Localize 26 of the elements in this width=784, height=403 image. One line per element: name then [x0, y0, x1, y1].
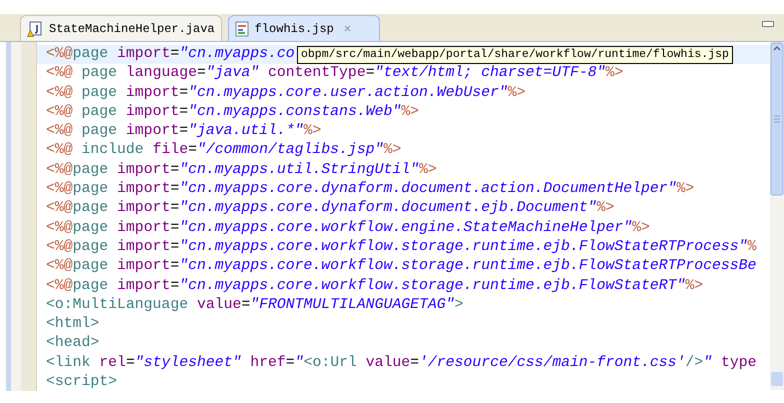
- vertical-scrollbar[interactable]: [770, 42, 784, 390]
- editor-tab[interactable]: flowhis.jsp ✕: [228, 15, 380, 41]
- java-file-warning-icon: [27, 20, 43, 36]
- code-line: <%@page import="cn.myapps.core.workflow.storage.runtime.ejb.FlowStateRT"%>: [45, 276, 704, 296]
- tab-label: flowhis.jsp: [254, 20, 334, 38]
- code-line: <%@page import="cn.myapps.util.StringUtil"%>: [45, 160, 438, 180]
- code-line: <%@page import="cn.myapps.core.workflow.storage.runtime.ejb.FlowStateRTProcess"%: [45, 238, 758, 257]
- code-line: <%@page import="cn.myapps.core.workflow.storage.runtime.ejb.FlowStateRTProcessBe: [45, 257, 758, 276]
- minimize-icon[interactable]: [762, 21, 774, 27]
- code-line: <head>: [45, 334, 100, 354]
- code-line: <%@ page import="cn.myapps.core.user.action.WebUser"%>: [45, 84, 527, 103]
- editor-tab[interactable]: StateMachineHelper.java: [20, 15, 222, 41]
- code-line: <script>: [45, 373, 118, 391]
- code-line: <%@page import="cn.myapps.core.dynaform.document.ejb.Document"%>: [45, 199, 616, 218]
- code-line: <%@ include file="/common/taglibs.jsp"%>: [45, 141, 402, 160]
- tab-label: StateMachineHelper.java: [49, 20, 215, 38]
- code-line: <o:MultiLanguage value="FRONTMULTILANGUAGETAG">: [45, 296, 464, 315]
- web-file-icon: [234, 20, 249, 36]
- code-line: <%@page import="cn.myapps.core.workflow.engine.StateMachineHelper"%>: [45, 218, 651, 238]
- code-line: <%@page import="cn.myapps.core.dynaform.document.action.DocumentHelper"%>: [45, 180, 696, 200]
- code-line: <%@ page language="java" contentType="text/html; charset=UTF-8"%>: [45, 64, 624, 84]
- code-line: <link rel="stylesheet" href="<o:Url value='/resource/css/main-front.css'/>" type: [45, 354, 758, 373]
- code-line: <%@ page import="cn.myapps.constans.Web"%>: [45, 102, 420, 122]
- code-line: <%@ page import="java.util.*"%>: [45, 122, 322, 142]
- file-path-tooltip: obpm/src/main/webapp/portal/share/workflow/runtime/flowhis.jsp: [297, 46, 733, 64]
- code-line: <html>: [45, 315, 100, 334]
